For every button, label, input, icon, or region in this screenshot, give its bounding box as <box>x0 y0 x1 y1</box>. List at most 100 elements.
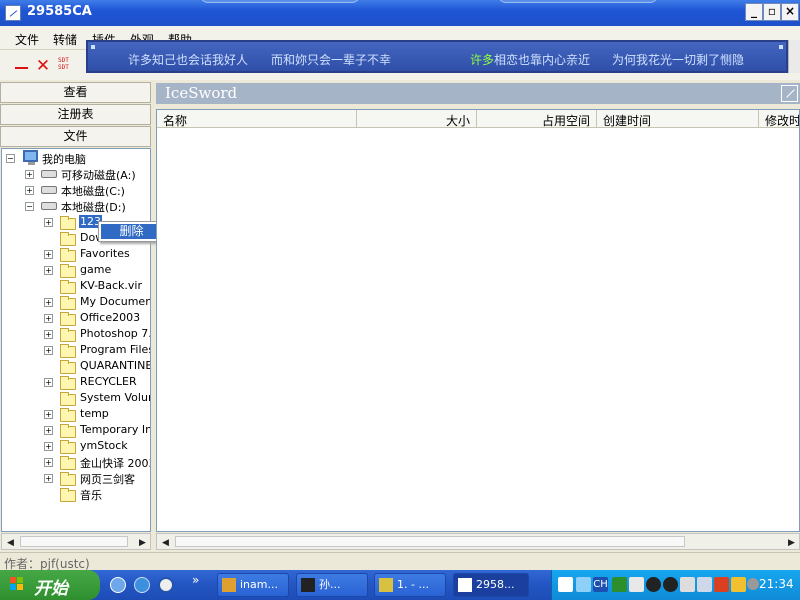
scroll-right-icon[interactable]: ▶ <box>139 538 146 548</box>
tray-qq-icon[interactable] <box>646 577 661 592</box>
tree-node-drive-c[interactable]: + 本地磁盘(C:) <box>2 182 150 198</box>
tree-label: 金山快译 2003 <box>80 457 151 470</box>
expand-icon[interactable]: + <box>44 266 53 275</box>
tray-security-icon[interactable] <box>714 577 729 592</box>
tray-qq-icon[interactable] <box>663 577 678 592</box>
tree-node-folder[interactable]: + temp <box>2 406 150 422</box>
nav-file-button[interactable]: 文件 <box>0 126 151 147</box>
collapse-icon[interactable]: − <box>6 154 15 163</box>
tree-node-drive-a[interactable]: + 可移动磁盘(A:) <box>2 166 150 182</box>
title-bar[interactable]: 29585CA _ ▫ × <box>0 0 800 26</box>
tree-node-folder[interactable]: + Favorites <box>2 246 150 262</box>
minimize-button[interactable]: _ <box>745 3 763 21</box>
expand-icon[interactable]: + <box>44 314 53 323</box>
tray-misc-icon[interactable] <box>747 578 759 590</box>
tree-node-folder[interactable]: + Program Files <box>2 342 150 358</box>
tray-keyboard-icon[interactable] <box>629 577 644 592</box>
tree-node-folder[interactable]: 音乐 <box>2 486 150 502</box>
scroll-thumb[interactable] <box>175 536 685 547</box>
quicklaunch-media-icon[interactable] <box>158 577 174 593</box>
tree-horizontal-scrollbar[interactable]: ◀ ▶ <box>1 533 151 550</box>
drive-icon <box>41 170 57 178</box>
folder-icon <box>60 488 76 502</box>
tree-node-folder[interactable]: + My Documents <box>2 294 150 310</box>
tree-node-folder[interactable]: + RECYCLER <box>2 374 150 390</box>
task-button[interactable]: 1. - ... <box>374 573 446 597</box>
tree-node-folder[interactable]: KV-Back.vir <box>2 278 150 294</box>
column-name[interactable]: 名称 <box>157 110 357 128</box>
menu-file[interactable]: 文件 <box>15 31 39 48</box>
sdt-tool-icon[interactable]: SDT SDT <box>58 57 76 75</box>
lyrics-banner: 许多知己也会话我好人 而和妳只会一辈子不幸 许多 相恋也靠内心亲近 为何我花光一… <box>86 40 788 73</box>
column-allocated[interactable]: 占用空间 <box>477 110 597 128</box>
title-decoration <box>498 0 658 3</box>
context-menu: 删除 <box>98 221 165 242</box>
scroll-left-icon[interactable]: ◀ <box>162 538 169 548</box>
task-button[interactable]: inam... <box>217 573 289 597</box>
tree-node-folder[interactable]: + 网页三剑客 <box>2 470 150 486</box>
menu-dump[interactable]: 转储 <box>53 31 77 48</box>
tree-node-folder[interactable]: + Photoshop 7.0 <box>2 326 150 342</box>
minimize-tool-icon[interactable] <box>13 58 31 76</box>
banner-scrollbar[interactable] <box>788 40 800 73</box>
expand-icon[interactable]: + <box>44 346 53 355</box>
expand-icon[interactable]: + <box>44 474 53 483</box>
task-button[interactable]: 孙... <box>296 573 368 597</box>
tree-node-folder[interactable]: System Volume <box>2 390 150 406</box>
tray-network-icon[interactable] <box>576 577 591 592</box>
collapse-icon[interactable]: − <box>25 202 34 211</box>
tree-node-folder[interactable]: + 金山快译 2003 <box>2 454 150 470</box>
start-button[interactable]: 开始 <box>0 570 100 600</box>
scroll-left-icon[interactable]: ◀ <box>7 538 14 548</box>
expand-icon[interactable]: + <box>25 170 34 179</box>
tray-volume-icon[interactable] <box>680 577 695 592</box>
tree-label: System Volume <box>80 391 150 404</box>
scroll-thumb[interactable] <box>20 536 128 547</box>
tree-node-folder[interactable]: + Temporary Inte <box>2 422 150 438</box>
column-created[interactable]: 创建时间 <box>597 110 759 128</box>
expand-icon[interactable]: + <box>44 442 53 451</box>
expand-icon[interactable]: + <box>44 410 53 419</box>
expand-icon[interactable]: + <box>25 186 34 195</box>
tree-node-folder[interactable]: + Office2003 <box>2 310 150 326</box>
resize-icon[interactable] <box>781 85 798 102</box>
tray-app-icon[interactable] <box>558 577 573 592</box>
tree-node-folder[interactable]: + game <box>2 262 150 278</box>
task-button-active[interactable]: 2958... <box>453 573 529 597</box>
context-menu-delete[interactable]: 删除 <box>101 224 162 239</box>
expand-icon[interactable]: + <box>44 458 53 467</box>
tree-label: 本地磁盘(C:) <box>61 185 125 198</box>
quicklaunch-ie-icon[interactable] <box>134 577 150 593</box>
expand-icon[interactable]: + <box>44 330 53 339</box>
close-tool-icon[interactable]: ✕ <box>34 57 52 75</box>
nav-registry-button[interactable]: 注册表 <box>0 104 151 125</box>
expand-icon[interactable]: + <box>44 426 53 435</box>
folder-icon <box>60 392 76 406</box>
column-modified[interactable]: 修改时 <box>759 110 799 128</box>
maximize-button[interactable]: ▫ <box>763 3 781 21</box>
nav-view-button[interactable]: 查看 <box>0 82 151 103</box>
expand-icon[interactable]: + <box>44 298 53 307</box>
tray-monitor-icon[interactable] <box>612 577 627 592</box>
column-size[interactable]: 大小 <box>357 110 477 128</box>
folder-icon <box>60 408 76 422</box>
tree-node-drive-d[interactable]: − 本地磁盘(D:) <box>2 198 150 214</box>
expand-icon[interactable]: + <box>44 218 53 227</box>
tree-node-my-computer[interactable]: − 我的电脑 <box>2 150 150 166</box>
file-tree[interactable]: − 我的电脑 + 可移动磁盘(A:) + 本地磁盘(C:) − 本地磁盘(D:)… <box>1 148 151 532</box>
tree-node-folder[interactable]: + ymStock <box>2 438 150 454</box>
tray-display-icon[interactable] <box>697 577 712 592</box>
tray-language[interactable]: CH <box>593 577 608 592</box>
more-quicklaunch-icon[interactable]: » <box>192 573 199 587</box>
quicklaunch-browser-icon[interactable] <box>110 577 126 593</box>
tree-label: 音乐 <box>80 489 102 502</box>
folder-icon <box>60 248 76 262</box>
list-horizontal-scrollbar[interactable]: ◀ ▶ <box>156 533 800 550</box>
tree-node-folder[interactable]: QUARANTINE <box>2 358 150 374</box>
expand-icon[interactable]: + <box>44 250 53 259</box>
scroll-right-icon[interactable]: ▶ <box>788 538 795 548</box>
file-list[interactable]: 名称 大小 占用空间 创建时间 修改时 <box>156 109 800 532</box>
expand-icon[interactable]: + <box>44 378 53 387</box>
close-button[interactable]: × <box>781 3 799 21</box>
tray-util-icon[interactable] <box>731 577 746 592</box>
